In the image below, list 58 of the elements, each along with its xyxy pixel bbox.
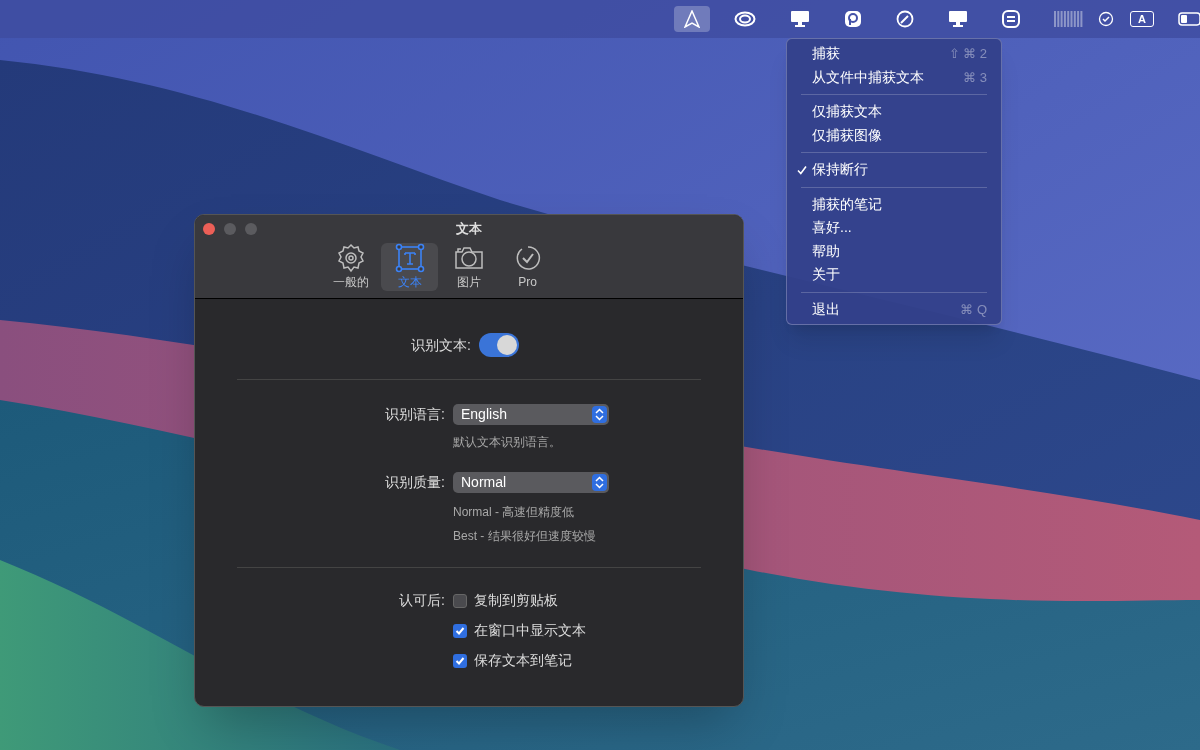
monitor-icon <box>790 10 810 28</box>
rings-icon <box>734 11 756 27</box>
text-frame-icon <box>394 243 425 273</box>
menu-item[interactable]: 保持断行 <box>787 158 1001 182</box>
menu-item-label: 捕获的笔记 <box>812 194 883 214</box>
shortcut-label: ⌘ Q <box>960 300 987 319</box>
battery-icon <box>1178 12 1200 26</box>
checkbox[interactable] <box>453 623 467 638</box>
toolbar-tab[interactable]: 一般的 <box>322 243 379 291</box>
window-title: 文本 <box>456 220 482 239</box>
field-label: 认可后: <box>398 591 445 610</box>
hint-text: 默认文本识别语言。 <box>453 434 562 451</box>
menu-item[interactable]: 从文件中捕获文本 ⌘ 3 <box>787 65 1001 89</box>
menu-item-label: 保持断行 <box>812 160 869 180</box>
menu-item[interactable]: 喜好... <box>787 216 1001 240</box>
chevron-updown-icon <box>592 406 607 423</box>
menu-item[interactable]: 帮助 <box>787 239 1001 263</box>
menu-item-label: 退出 <box>812 299 841 319</box>
shortcut-label: ⇧ ⌘ 2 <box>948 45 987 63</box>
menu-item-label: 帮助 <box>812 241 841 261</box>
badge-icon <box>844 10 862 28</box>
menu-item-label: 捕获 <box>812 44 841 64</box>
menu-item[interactable]: 捕获的笔记 <box>787 192 1001 216</box>
toggle-switch[interactable] <box>478 333 519 357</box>
arrow-icon <box>684 10 700 28</box>
menu-item-label: 仅捕获文本 <box>812 102 883 122</box>
menu-item-label: 关于 <box>812 265 841 285</box>
quality-select[interactable]: Normal <box>453 472 609 493</box>
hint-text: Best - 结果很好但速度较慢 <box>453 528 597 545</box>
shortcut-label: ⌘ 3 <box>963 68 987 87</box>
menu-item-label: 仅捕获图像 <box>812 125 883 145</box>
checkbox-option[interactable]: 复制到剪贴板 <box>453 590 701 611</box>
hint-text: Normal - 高速但精度低 <box>453 504 576 521</box>
menu-item[interactable]: 关于 <box>787 263 1001 287</box>
meter-icon <box>1054 10 1084 28</box>
check-circle-icon <box>1098 11 1114 27</box>
checkbox-option[interactable]: 保存文本到笔记 <box>453 650 701 671</box>
chevron-updown-icon <box>592 474 607 491</box>
toolbar-tab[interactable]: Pro <box>499 243 556 291</box>
checkbox[interactable] <box>453 593 467 608</box>
menu-item[interactable]: 仅捕获文本 <box>787 100 1001 124</box>
monitor-icon <box>948 10 968 28</box>
menu-item[interactable]: 捕获 ⇧ ⌘ 2 <box>787 42 1001 66</box>
field-label: 识别质量: <box>384 473 445 492</box>
checkbox[interactable] <box>453 653 467 668</box>
field-label: 识别语言: <box>384 405 445 424</box>
menu-item-label: 从文件中捕获文本 <box>812 67 925 87</box>
menu-item[interactable]: 仅捕获图像 <box>787 123 1001 147</box>
menu-item-label: 喜好... <box>812 218 853 238</box>
menu-item[interactable]: 退出 ⌘ Q <box>787 297 1001 321</box>
field-label: 识别文本: <box>411 335 471 355</box>
checkbox-option[interactable]: 在窗口中显示文本 <box>453 620 701 641</box>
language-select[interactable]: English <box>453 404 609 425</box>
toolbar-tab[interactable]: 图片 <box>440 243 497 291</box>
close-button[interactable] <box>203 223 215 235</box>
gear-icon <box>335 243 366 273</box>
input-source-button[interactable]: A <box>1130 11 1154 27</box>
menu-bar-icon-button[interactable] <box>674 6 710 32</box>
